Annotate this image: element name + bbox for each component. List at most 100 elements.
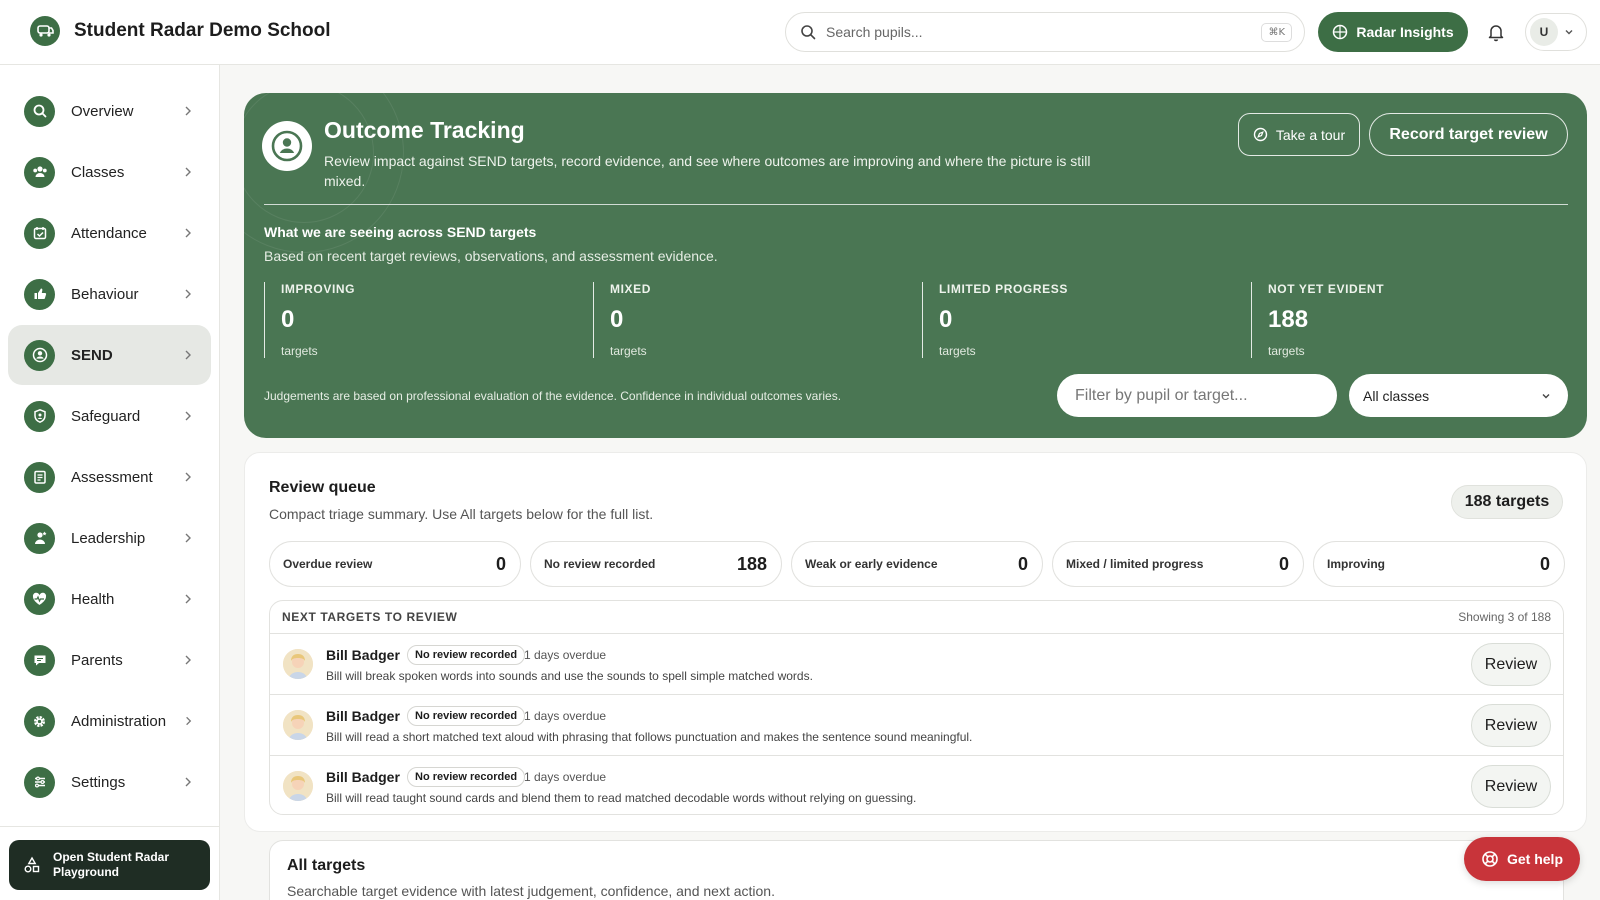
sidebar-item-label: Assessment (71, 468, 153, 486)
stat-label: MIXED (610, 282, 652, 296)
radar-insights-label: Radar Insights (1356, 24, 1454, 40)
stat-unit: targets (610, 344, 647, 358)
sidebar-item-health[interactable]: Health (8, 569, 211, 629)
outcome-tracking-hero: Outcome Tracking Review impact against S… (244, 93, 1587, 438)
chevron-right-icon (185, 533, 191, 543)
chip-mixed-limited[interactable]: Mixed / limited progress 0 (1052, 541, 1304, 587)
all-targets-card: All targets Searchable target evidence w… (269, 840, 1564, 900)
table-row: Bill Badger No review recorded 1 days ov… (270, 634, 1563, 695)
shield-icon (24, 400, 55, 432)
sidebar-item-label: Classes (71, 163, 125, 181)
sidebar-item-label: Behaviour (71, 285, 139, 303)
radar-logo-icon (30, 16, 60, 46)
chevron-down-icon (1542, 393, 1550, 398)
chip-value: 0 (495, 553, 506, 574)
avatar (283, 710, 313, 740)
stat-unit: targets (281, 344, 318, 358)
user-star-icon (24, 522, 55, 554)
pupil-name[interactable]: Bill Badger (326, 769, 400, 785)
chevron-right-icon (185, 411, 191, 421)
chevron-right-icon (185, 472, 191, 482)
target-description: Bill will break spoken words into sounds… (326, 669, 813, 683)
sidebar-item-behaviour[interactable]: Behaviour (8, 264, 211, 324)
chip-label: Weak or early evidence (805, 557, 938, 571)
class-select-value: All classes (1363, 387, 1430, 404)
chevron-right-icon (185, 289, 191, 299)
heart-pulse-icon (24, 583, 55, 615)
avatar: U (1530, 18, 1558, 46)
all-targets-title: All targets (287, 857, 366, 874)
stat-value: 0 (939, 306, 953, 333)
showing-count: Showing 3 of 188 (1458, 610, 1551, 624)
gear-icon (24, 705, 55, 737)
overdue-text: 1 days overdue (524, 770, 607, 784)
bell-icon[interactable] (1486, 22, 1506, 42)
target-description: Bill will read taught sound cards and bl… (326, 791, 917, 805)
sidebar-item-label: Health (71, 590, 115, 608)
sidebar-item-settings[interactable]: Settings (8, 752, 211, 812)
search-input[interactable] (826, 24, 1262, 40)
sidebar-item-parents[interactable]: Parents (8, 630, 211, 690)
chip-value: 0 (1539, 553, 1550, 574)
lifebuoy-icon (1482, 851, 1498, 867)
class-select[interactable]: All classes (1349, 374, 1568, 417)
search-icon (24, 95, 55, 127)
page-title: Outcome Tracking (324, 117, 525, 143)
chip-weak-evidence[interactable]: Weak or early evidence 0 (791, 541, 1043, 587)
get-help-button[interactable]: Get help (1464, 837, 1580, 881)
pupil-name[interactable]: Bill Badger (326, 708, 400, 724)
review-button[interactable]: Review (1471, 643, 1551, 686)
chevron-right-icon (186, 716, 192, 726)
status-badge: No review recorded (407, 645, 526, 665)
filter-input[interactable] (1057, 374, 1337, 417)
sidebar-item-administration[interactable]: Administration (8, 691, 211, 751)
review-button[interactable]: Review (1471, 704, 1551, 747)
pupil-name[interactable]: Bill Badger (326, 647, 400, 663)
search-icon (801, 25, 816, 40)
radar-insights-button[interactable]: Radar Insights (1318, 12, 1468, 52)
sidebar-item-attendance[interactable]: Attendance (8, 203, 211, 263)
review-button[interactable]: Review (1471, 765, 1551, 808)
stat-unit: targets (1268, 344, 1305, 358)
brand[interactable]: Student Radar Demo School (30, 16, 331, 46)
take-tour-button[interactable]: Take a tour (1238, 113, 1360, 156)
review-queue-title: Review queue (269, 479, 376, 496)
table-row: Bill Badger No review recorded 1 days ov… (270, 695, 1563, 756)
sidebar-item-leadership[interactable]: Leadership (8, 508, 211, 568)
search-box[interactable]: ⌘K (785, 12, 1305, 52)
sidebar-item-assessment[interactable]: Assessment (8, 447, 211, 507)
take-tour-label: Take a tour (1275, 126, 1346, 143)
sliders-icon (24, 766, 55, 798)
stat-limited-progress: LIMITED PROGRESS 0 targets (922, 282, 1068, 358)
sidebar-item-classes[interactable]: Classes (8, 142, 211, 202)
stat-value: 0 (281, 306, 295, 333)
chat-icon (24, 644, 55, 676)
open-playground-button[interactable]: Open Student Radar Playground (9, 840, 210, 890)
chip-value: 188 (736, 553, 767, 574)
next-targets-list: NEXT TARGETS TO REVIEW Showing 3 of 188 … (269, 600, 1564, 815)
chip-no-review-recorded[interactable]: No review recorded 188 (530, 541, 782, 587)
stat-value: 0 (610, 306, 624, 333)
user-circle-icon (262, 121, 312, 171)
hero-divider (264, 204, 1568, 205)
page-description: Review impact against SEND targets, reco… (324, 153, 1091, 189)
chip-label: Overdue review (283, 557, 373, 571)
sidebar-item-label: Parents (71, 651, 123, 669)
sidebar-item-safeguard[interactable]: Safeguard (8, 386, 211, 446)
record-target-review-button[interactable]: Record target review (1369, 113, 1568, 156)
shapes-icon (24, 856, 40, 873)
school-name: Student Radar Demo School (74, 20, 331, 41)
chevron-right-icon (185, 228, 191, 238)
sidebar-item-label: Leadership (71, 529, 146, 547)
chevron-right-icon (185, 594, 191, 604)
top-bar: Student Radar Demo School ⌘K Radar Insig… (0, 0, 1600, 65)
chip-improving[interactable]: Improving 0 (1313, 541, 1565, 587)
user-menu[interactable]: U (1525, 13, 1587, 51)
calendar-check-icon (24, 217, 55, 249)
sidebar-item-label: SEND (71, 346, 113, 364)
sidebar-item-overview[interactable]: Overview (8, 81, 211, 141)
sidebar: Overview Classes Attendance Behaviour SE… (0, 65, 220, 900)
sidebar-item-send[interactable]: SEND (8, 325, 211, 385)
radar-icon (1333, 24, 1348, 40)
chip-overdue-review[interactable]: Overdue review 0 (269, 541, 521, 587)
